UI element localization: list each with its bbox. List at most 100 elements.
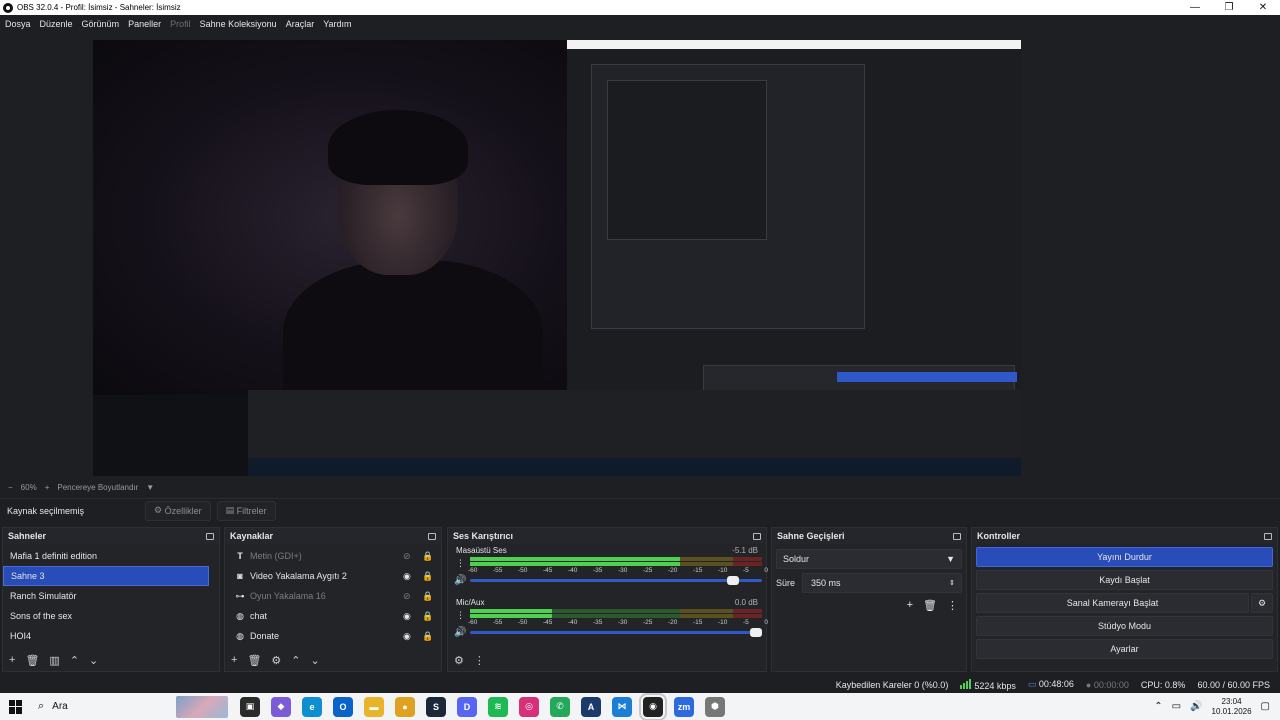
gear-icon[interactable]: ⚙: [1251, 593, 1273, 613]
speaker-icon[interactable]: 🔊: [454, 627, 466, 638]
edge-icon[interactable]: e: [302, 696, 322, 717]
obs-icon[interactable]: ◉: [639, 692, 667, 720]
source-item[interactable]: ◍ Donate ◉ 🔒: [225, 626, 441, 646]
volume-knob[interactable]: [750, 628, 762, 637]
menu-view[interactable]: Görünüm: [82, 19, 120, 29]
fit-window-label[interactable]: Pencereye Boyutlandır: [57, 483, 138, 492]
add-icon[interactable]: +: [9, 654, 15, 666]
copilot-icon[interactable]: ◆: [271, 696, 291, 717]
whatsapp-icon[interactable]: ✆: [550, 696, 570, 717]
eye-icon[interactable]: ◉: [403, 611, 411, 622]
close-button[interactable]: ✕: [1246, 0, 1280, 15]
dock-header: Sahne Geçişleri: [772, 528, 966, 544]
trash-icon[interactable]: 🗑: [923, 599, 937, 612]
outlook-icon[interactable]: O: [333, 696, 353, 717]
trash-icon[interactable]: 🗑: [247, 654, 261, 667]
scene-item[interactable]: Mafia 1 definiti edition: [3, 546, 219, 566]
menu-file[interactable]: Dosya: [5, 19, 31, 29]
menu-profile[interactable]: Profil: [170, 19, 191, 29]
arrow-up-icon[interactable]: ⌃: [70, 654, 79, 667]
arrow-down-icon[interactable]: ⌄: [311, 654, 320, 667]
source-item[interactable]: ◙ Video Yakalama Aygıtı 2 ◉ 🔒: [225, 566, 441, 586]
menu-docks[interactable]: Paneller: [128, 19, 161, 29]
minimize-button[interactable]: —: [1178, 0, 1212, 15]
kebab-menu-icon[interactable]: ⋮: [474, 654, 485, 667]
discord-icon[interactable]: D: [457, 696, 477, 717]
filter-icon[interactable]: ▥: [49, 654, 59, 667]
source-item[interactable]: ◍ chat ◉ 🔒: [225, 606, 441, 626]
eye-icon[interactable]: ◉: [403, 571, 411, 582]
taskbar-search[interactable]: ⌕ Ara: [38, 693, 228, 720]
lock-icon[interactable]: 🔒: [422, 611, 433, 622]
scene-item[interactable]: HOI4: [3, 626, 219, 646]
menu-help[interactable]: Yardım: [323, 19, 351, 29]
chevron-down-icon[interactable]: ▼: [146, 483, 154, 492]
instagram-icon[interactable]: ◎: [519, 696, 539, 717]
maximize-button[interactable]: ❐: [1212, 0, 1246, 15]
volume-slider[interactable]: [470, 628, 762, 637]
start-virtual-camera-button[interactable]: Sanal Kamerayı Başlat: [976, 593, 1249, 613]
filters-button[interactable]: ▤ Filtreler: [216, 500, 276, 521]
lock-icon[interactable]: 🔒: [422, 591, 433, 602]
windows-start-icon[interactable]: [9, 699, 23, 714]
zoom-out-button[interactable]: −: [8, 483, 13, 492]
vscode-icon[interactable]: ⋈: [612, 696, 632, 717]
stop-stream-button[interactable]: Yayını Durdur: [976, 547, 1273, 567]
undock-icon[interactable]: [753, 532, 761, 540]
tray-chevron-icon[interactable]: ⌃: [1154, 701, 1162, 712]
notifications-icon[interactable]: ▢: [1261, 701, 1270, 712]
menu-edit[interactable]: Düzenle: [40, 19, 73, 29]
volume-icon[interactable]: 🔊: [1190, 701, 1202, 712]
add-icon[interactable]: +: [907, 599, 913, 612]
advanced-audio-icon[interactable]: ⚙: [454, 654, 464, 667]
undock-icon[interactable]: [428, 532, 436, 540]
source-item[interactable]: ⊶ Oyun Yakalama 16 ⊘ 🔒: [225, 586, 441, 606]
kebab-menu-icon[interactable]: ⋮: [456, 610, 465, 621]
settings-button[interactable]: Ayarlar: [976, 639, 1273, 659]
trash-icon[interactable]: 🗑: [25, 654, 39, 667]
start-recording-button[interactable]: Kaydı Başlat: [976, 570, 1273, 590]
menu-tools[interactable]: Araçlar: [286, 19, 315, 29]
eye-icon[interactable]: ◉: [403, 631, 411, 642]
undock-icon[interactable]: [953, 532, 961, 540]
volume-knob[interactable]: [726, 576, 739, 585]
preview-canvas[interactable]: [93, 40, 1021, 476]
source-item[interactable]: 𝐓 Metin (GDI+) ⊘ 🔒: [225, 546, 441, 566]
lock-icon[interactable]: 🔒: [422, 551, 433, 562]
scene-item[interactable]: Ranch Simulatör: [3, 586, 219, 606]
undock-icon[interactable]: [206, 532, 214, 540]
zoom-in-button[interactable]: +: [45, 483, 50, 492]
spin-arrows-icon[interactable]: ⇕: [949, 579, 955, 587]
duration-spinbox[interactable]: 350 ms ⇕: [802, 573, 962, 593]
menu-scene-collection[interactable]: Sahne Koleksiyonu: [200, 19, 277, 29]
properties-button[interactable]: ⚙ Özellikler: [145, 500, 211, 521]
scene-item[interactable]: Sons of the sex: [3, 606, 219, 626]
transition-select[interactable]: Soldur ▼: [776, 549, 962, 569]
eye-hidden-icon[interactable]: ⊘: [403, 551, 411, 562]
arrow-down-icon[interactable]: ⌄: [89, 654, 98, 667]
chrome-icon[interactable]: ●: [395, 696, 415, 717]
arrow-up-icon[interactable]: ⌃: [291, 654, 300, 667]
app-a-icon[interactable]: A: [581, 696, 601, 717]
kebab-menu-icon[interactable]: ⋮: [947, 599, 958, 612]
cpu-usage: CPU: 0.8%: [1140, 679, 1186, 690]
add-icon[interactable]: +: [231, 654, 237, 666]
volume-slider[interactable]: [470, 576, 762, 585]
spotify-icon[interactable]: ≋: [488, 696, 508, 717]
studio-mode-button[interactable]: Stüdyo Modu: [976, 616, 1273, 636]
undock-icon[interactable]: [1264, 532, 1272, 540]
speaker-icon[interactable]: 🔊: [454, 575, 466, 586]
shield-app-icon[interactable]: ⬢: [705, 696, 725, 717]
gear-icon[interactable]: ⚙: [271, 654, 281, 667]
clock[interactable]: 23:04 10.01.2026: [1212, 697, 1252, 717]
network-icon[interactable]: ▭: [1172, 701, 1181, 712]
kebab-menu-icon[interactable]: ⋮: [456, 558, 465, 569]
steam-icon[interactable]: S: [426, 696, 446, 717]
task-view-icon[interactable]: ▣: [240, 696, 260, 717]
lock-icon[interactable]: 🔒: [422, 631, 433, 642]
lock-icon[interactable]: 🔒: [422, 571, 433, 582]
eye-hidden-icon[interactable]: ⊘: [403, 591, 411, 602]
zoom-icon[interactable]: zm: [674, 696, 694, 717]
file-explorer-icon[interactable]: ▬: [364, 696, 384, 717]
scene-item-selected[interactable]: Sahne 3: [3, 566, 209, 586]
